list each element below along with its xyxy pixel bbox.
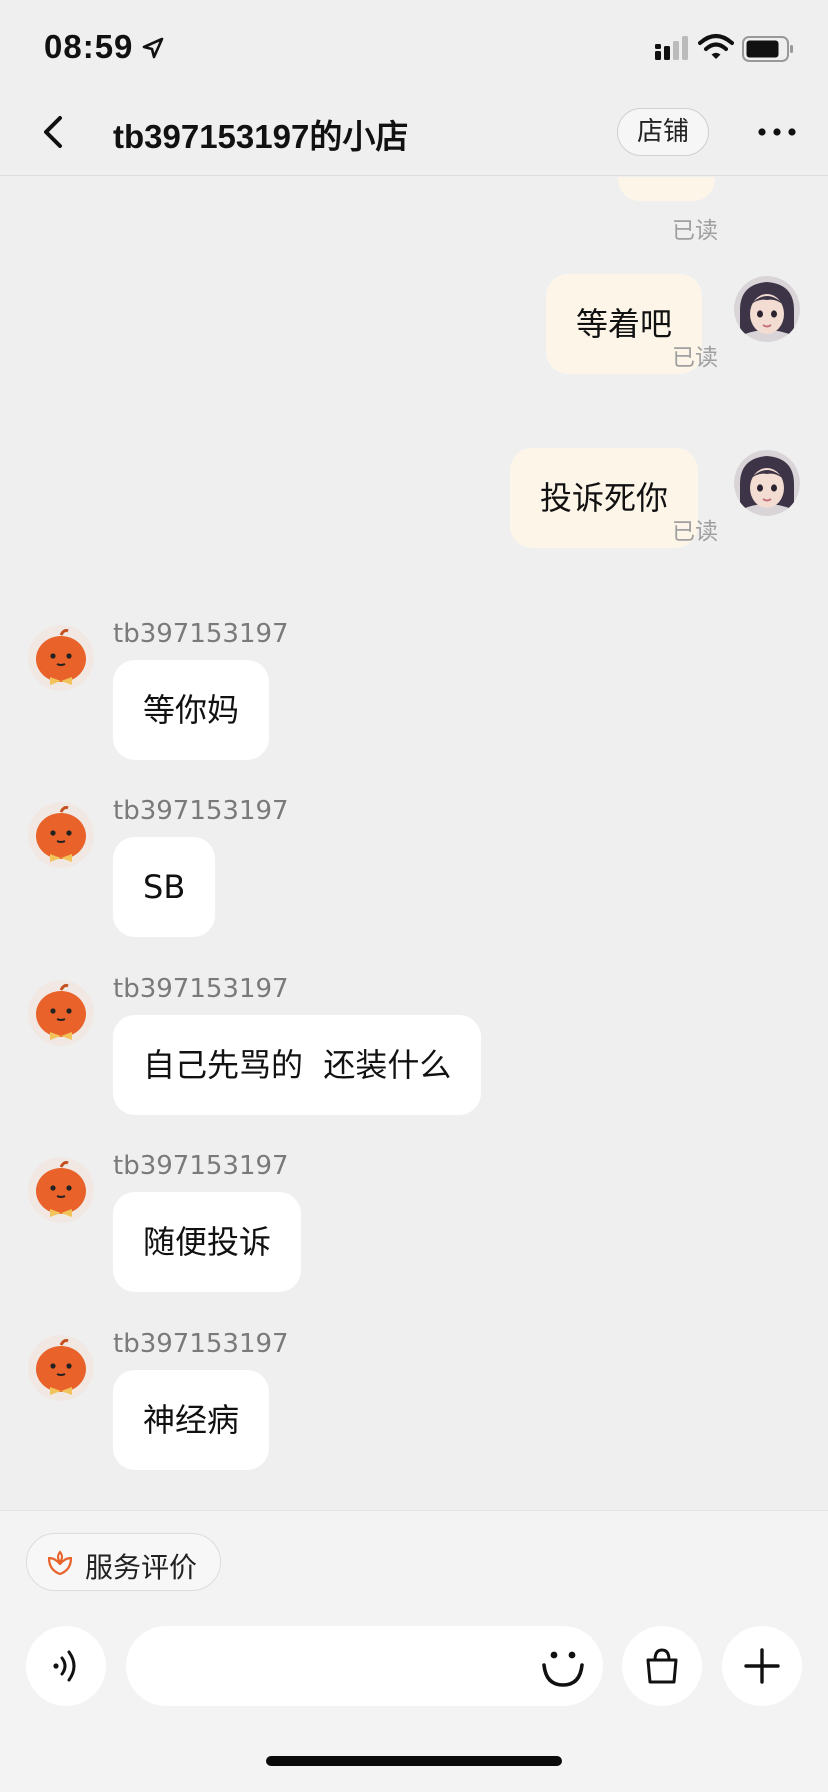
service-rating-button[interactable]: 服务评价	[26, 1533, 221, 1591]
signal-icon	[655, 36, 688, 60]
seller-avatar[interactable]	[28, 802, 94, 868]
shopping-bag-icon	[646, 1648, 678, 1684]
more-actions-button[interactable]	[722, 1626, 802, 1706]
wifi-icon	[698, 34, 734, 59]
seller-message-bubble[interactable]: 随便投诉	[113, 1192, 302, 1292]
service-rating-label: 服务评价	[85, 1551, 198, 1584]
flower-icon	[47, 1550, 73, 1576]
home-indicator	[266, 1756, 562, 1766]
product-button[interactable]	[622, 1626, 702, 1706]
voice-button[interactable]	[26, 1626, 106, 1706]
seller-message-bubble[interactable]: 等你妈	[113, 660, 270, 760]
chat-header: tb397153197的小店 店铺	[0, 100, 828, 176]
input-bar: 服务评价	[0, 1510, 828, 1792]
seller-message-bubble[interactable]: 自己先骂的 还装什么	[113, 1015, 482, 1115]
read-status: 已读	[672, 519, 718, 545]
battery-icon	[742, 36, 793, 62]
plus-icon	[744, 1648, 780, 1684]
my-message-bubble[interactable]	[618, 177, 715, 201]
shop-button[interactable]: 店铺	[617, 108, 709, 156]
my-avatar[interactable]	[734, 450, 800, 516]
message-input[interactable]	[126, 1626, 603, 1706]
sender-name: tb397153197	[113, 1329, 289, 1359]
seller-message-bubble[interactable]: 神经病	[113, 1370, 270, 1470]
message-list[interactable]: 已读 等着吧 已读 投诉死你 已读 tb397153197 等你妈 tb3971…	[0, 177, 828, 1510]
location-arrow-icon	[142, 37, 164, 59]
seller-avatar[interactable]	[28, 1157, 94, 1223]
voice-icon	[53, 1650, 76, 1682]
sender-name: tb397153197	[113, 974, 289, 1004]
read-status: 已读	[672, 218, 718, 244]
my-avatar[interactable]	[734, 276, 800, 342]
status-time: 08:59	[44, 28, 134, 65]
emoji-icon[interactable]	[538, 1641, 588, 1691]
seller-avatar[interactable]	[28, 1335, 94, 1401]
read-status: 已读	[672, 345, 718, 371]
seller-message-bubble[interactable]: SB	[113, 837, 216, 937]
status-bar: 08:59	[0, 0, 828, 100]
my-message-bubble[interactable]: 投诉死你	[510, 448, 699, 548]
seller-avatar[interactable]	[28, 980, 94, 1046]
page-title: tb397153197的小店	[113, 118, 409, 155]
sender-name: tb397153197	[113, 619, 289, 649]
more-dots-icon[interactable]	[756, 118, 798, 146]
sender-name: tb397153197	[113, 796, 289, 826]
sender-name: tb397153197	[113, 1151, 289, 1181]
back-arrow-icon[interactable]	[34, 112, 74, 152]
seller-avatar[interactable]	[28, 625, 94, 691]
